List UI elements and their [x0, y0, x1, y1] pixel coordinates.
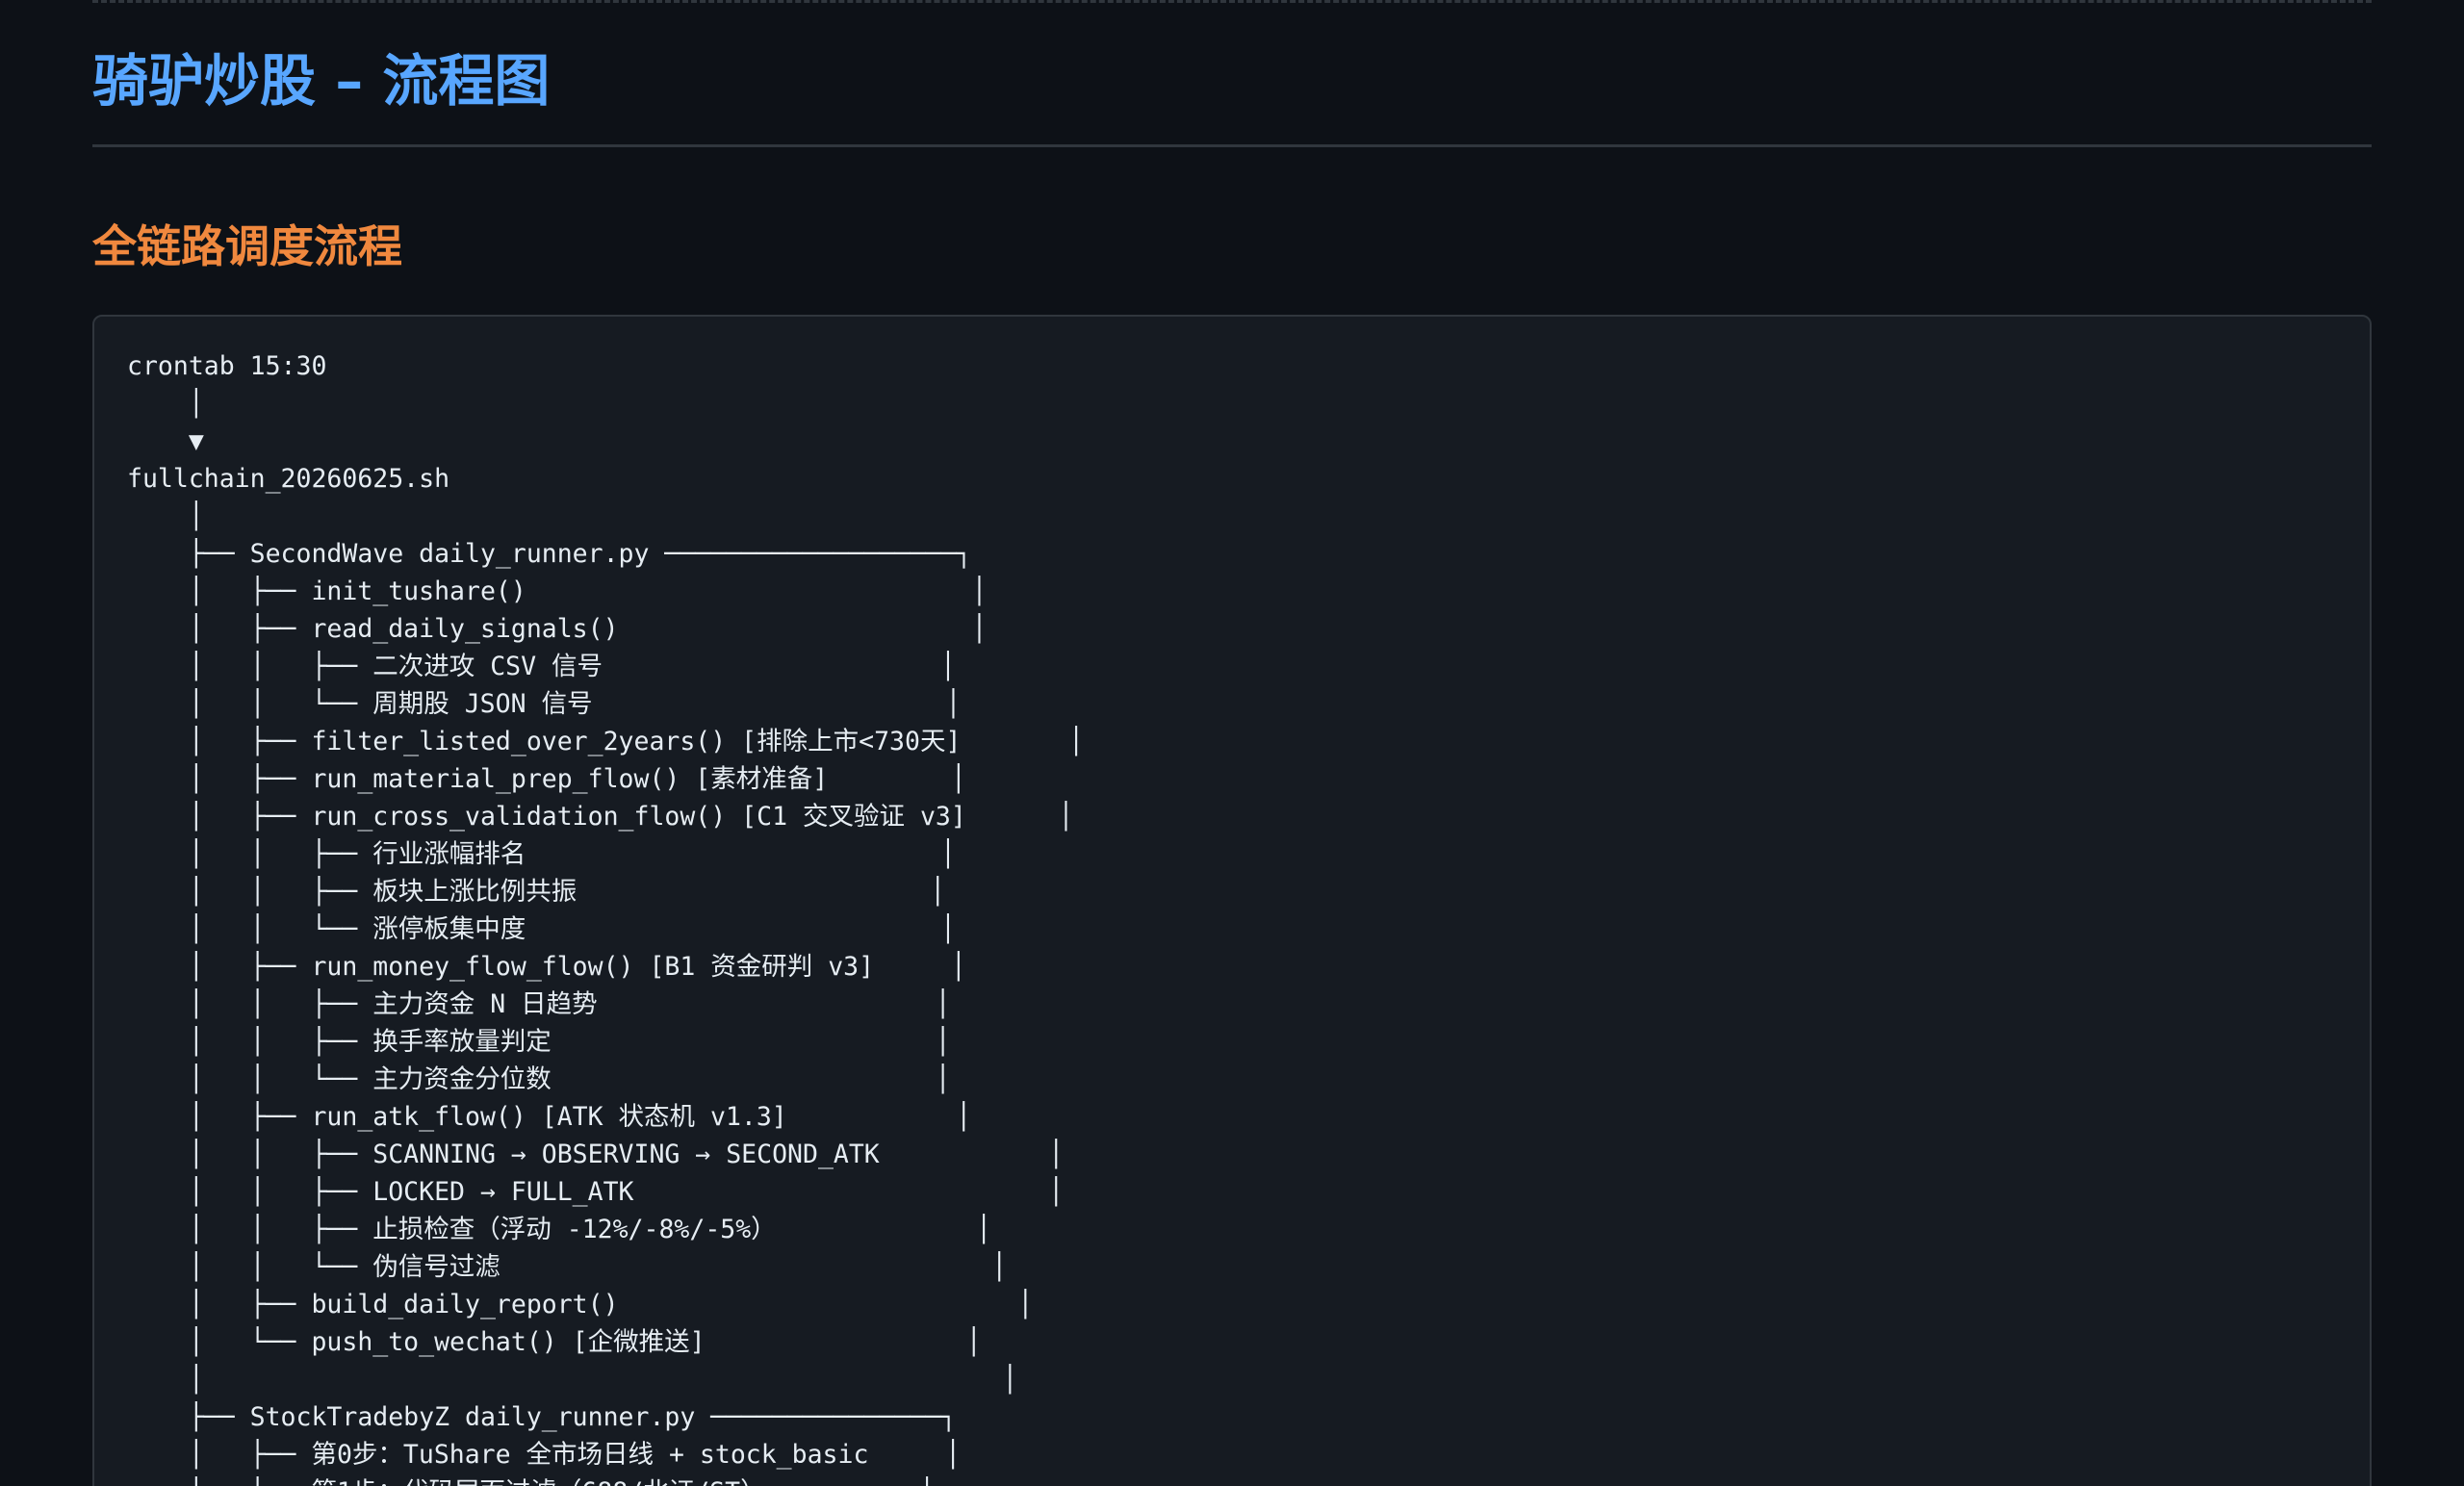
code-line: │ ├── build_daily_report() │	[127, 1290, 1034, 1319]
document-page: 骑驴炒股 – 流程图 全链路调度流程 crontab 15:30 │ ▼ full…	[0, 0, 2464, 1486]
code-line: │	[127, 501, 204, 531]
code-line: │ ├── run_material_prep_flow() [素材准备] │	[127, 764, 966, 794]
code-line: crontab 15:30	[127, 351, 327, 381]
code-line: │ │ ├── SCANNING → OBSERVING → SECOND_AT…	[127, 1140, 1065, 1169]
code-line: ▼	[127, 426, 204, 456]
flowchart-code-block: crontab 15:30 │ ▼ fullchain_20260625.sh │…	[92, 315, 2372, 1486]
code-line: │ │ └── 伪信号过滤 │	[127, 1252, 1008, 1282]
code-line: │ │ ├── LOCKED → FULL_ATK │	[127, 1177, 1065, 1207]
code-line: │ ├── run_money_flow_flow() [B1 资金研判 v3]…	[127, 952, 966, 982]
code-line: │ ├── init_tushare() │	[127, 576, 988, 606]
code-line: │	[127, 389, 204, 419]
code-line: │ │ ├── 板块上涨比例共振 │	[127, 877, 946, 907]
code-line: │ ├── read_daily_signals() │	[127, 614, 988, 644]
code-line: │ ├── 第0步：TuShare 全市场日线 + stock_basic │	[127, 1440, 962, 1470]
code-line: │ ├── filter_listed_over_2years() [排除上市<…	[127, 727, 1085, 756]
code-line: │ │ ├── 换手率放量判定 │	[127, 1027, 951, 1057]
code-line: │ │ ├── 止损检查（浮动 -12%/-8%/-5%） │	[127, 1215, 992, 1244]
code-line: │ │ ├── 行业涨幅排名 │	[127, 839, 956, 869]
code-line: │ │ ├── 主力资金 N 日趋势 │	[127, 989, 951, 1019]
top-divider	[92, 0, 2372, 3]
code-line: │ ├── run_atk_flow() [ATK 状态机 v1.3] │	[127, 1102, 972, 1132]
flowchart-code: crontab 15:30 │ ▼ fullchain_20260625.sh │…	[94, 317, 2370, 1486]
code-line: │ │ └── 主力资金分位数 │	[127, 1064, 951, 1094]
code-line: │ │ └── 涨停板集中度 │	[127, 914, 956, 944]
section-title: 全链路调度流程	[92, 220, 402, 272]
code-line: │ └── push_to_wechat() [企微推送] │	[127, 1327, 982, 1357]
code-line: ├── SecondWave daily_runner.py ─────────…	[127, 539, 972, 569]
code-line: ├── StockTradebyZ daily_runner.py ──────…	[127, 1402, 957, 1432]
code-line: fullchain_20260625.sh	[127, 464, 450, 494]
code-line: │ │ ├── 二次进攻 CSV 信号 │	[127, 652, 956, 681]
code-line: │ ├── 第1步：代码层面过滤（688/北证/ST） │	[127, 1473, 2370, 1486]
page-title: 骑驴炒股 – 流程图	[92, 48, 551, 114]
code-line: │ │	[127, 1365, 1018, 1395]
title-divider	[92, 144, 2372, 147]
code-line: │ ├── run_cross_validation_flow() [C1 交叉…	[127, 802, 1074, 832]
code-line: │ │ └── 周期股 JSON 信号 │	[127, 689, 962, 719]
